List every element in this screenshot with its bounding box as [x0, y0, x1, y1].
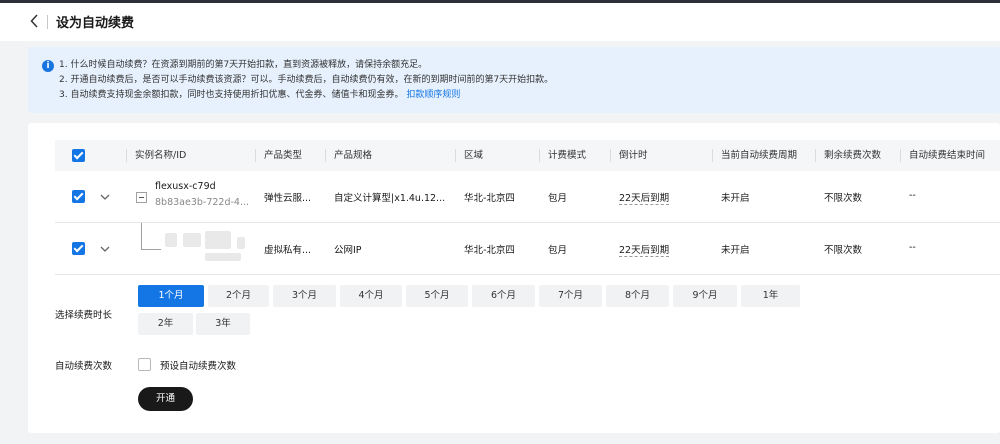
chevron-down-icon[interactable]: [100, 193, 110, 201]
table-header: 实例名称/ID 产品类型 产品规格 区域 计费模式 倒计时 当前自动续费周期 剩…: [55, 140, 1000, 171]
remaining-count: 不限次数: [824, 193, 863, 204]
duration-option-1m[interactable]: 1个月: [138, 285, 204, 307]
activate-button[interactable]: 开通: [138, 387, 193, 411]
col-product-type: 产品类型: [264, 150, 303, 161]
notice-line-1: 1. 什么时候自动续费？在资源到期前的第7天开始扣款，直到资源被释放，请保持余额…: [59, 60, 428, 70]
table-row: flexusx-c79d 8b83ae3b-722d-4... 弹性云服... …: [55, 171, 1000, 223]
back-button[interactable]: [28, 12, 42, 30]
redacted-id: [205, 253, 241, 261]
region: 华北-北京四: [464, 245, 515, 256]
col-billing: 计费模式: [548, 150, 587, 161]
product-type: 虚拟私有...: [264, 245, 312, 256]
chevron-down-icon[interactable]: [100, 245, 110, 253]
duration-option-3m[interactable]: 3个月: [273, 285, 336, 307]
duration-option-8m[interactable]: 8个月: [606, 285, 669, 307]
duration-option-4m[interactable]: 4个月: [340, 285, 402, 307]
product-type: 弹性云服...: [264, 193, 312, 204]
col-instance: 实例名称/ID: [135, 150, 187, 161]
duration-option-1y[interactable]: 1年: [741, 285, 800, 307]
duration-option-3y[interactable]: 3年: [196, 313, 250, 335]
table-row: 虚拟私有... 公网IP 华北-北京四 包月 22天后到期 未开启 不限次数 -…: [55, 223, 1000, 275]
redacted-name: [205, 231, 231, 249]
duration-option-2y[interactable]: 2年: [138, 313, 193, 335]
redacted-name: [165, 233, 177, 247]
col-region: 区域: [464, 150, 484, 161]
duration-option-6m[interactable]: 6个月: [472, 285, 535, 307]
end-time: --: [909, 242, 916, 253]
col-remaining: 剩余续费次数: [824, 150, 882, 161]
info-icon: i: [42, 60, 54, 72]
instance-table: 实例名称/ID 产品类型 产品规格 区域 计费模式 倒计时 当前自动续费周期 剩…: [55, 140, 1000, 275]
page-header: 设为自动续费: [0, 3, 1000, 41]
col-countdown: 倒计时: [619, 150, 648, 161]
preset-renew-count-checkbox[interactable]: [138, 358, 151, 371]
col-cycle: 当前自动续费周期: [721, 150, 798, 161]
row-checkbox[interactable]: [72, 190, 85, 203]
page-title: 设为自动续费: [56, 16, 135, 31]
tree-line-horizontal: [141, 249, 161, 250]
remaining-count: 不限次数: [824, 245, 863, 256]
col-product-spec: 产品规格: [334, 150, 373, 161]
renew-cycle: 未开启: [721, 193, 750, 204]
chevron-left-icon: [30, 14, 38, 28]
row-checkbox[interactable]: [72, 242, 85, 255]
duration-option-7m[interactable]: 7个月: [539, 285, 602, 307]
tree-line-vertical: [141, 223, 142, 249]
renew-cycle: 未开启: [721, 245, 750, 256]
preset-renew-count-label: 预设自动续费次数: [160, 361, 237, 372]
deduction-order-link[interactable]: 扣款顺序规则: [406, 90, 460, 100]
countdown: 22天后到期: [619, 245, 670, 256]
redacted-name: [237, 237, 245, 249]
select-all-checkbox[interactable]: [72, 149, 85, 162]
info-notice: i 1. 什么时候自动续费？在资源到期前的第7天开始扣款，直到资源被释放，请保持…: [28, 47, 1000, 113]
duration-label: 选择续费时长: [55, 310, 113, 321]
product-spec: 公网IP: [334, 245, 362, 256]
notice-line-3: 3. 自动续费支持现金余额扣款，同时也支持使用折扣优惠、代金券、储值卡和现金券。…: [59, 90, 461, 100]
region: 华北-北京四: [464, 193, 515, 204]
instance-id: 8b83ae3b-722d-4...: [155, 197, 250, 208]
redacted-name: [183, 233, 201, 247]
duration-option-5m[interactable]: 5个月: [406, 285, 468, 307]
renewal-card: 实例名称/ID 产品类型 产品规格 区域 计费模式 倒计时 当前自动续费周期 剩…: [28, 123, 1000, 433]
product-spec: 自定义计算型|x1.4u.12...: [334, 193, 446, 204]
notice-line-2: 2. 开通自动续费后，是否可以手动续费该资源？可以。手动续费后，自动续费仍有效，…: [59, 75, 554, 85]
renew-count-label: 自动续费次数: [55, 361, 113, 372]
collapse-tree-icon[interactable]: [136, 192, 147, 203]
col-end-time: 自动续费结束时间: [909, 150, 986, 161]
countdown: 22天后到期: [619, 193, 670, 204]
duration-option-2m[interactable]: 2个月: [208, 285, 269, 307]
end-time: --: [909, 190, 916, 201]
billing-mode: 包月: [548, 245, 568, 256]
instance-name: flexusx-c79d: [155, 181, 216, 192]
duration-option-9m[interactable]: 9个月: [673, 285, 737, 307]
billing-mode: 包月: [548, 193, 568, 204]
header-divider: [47, 15, 48, 29]
